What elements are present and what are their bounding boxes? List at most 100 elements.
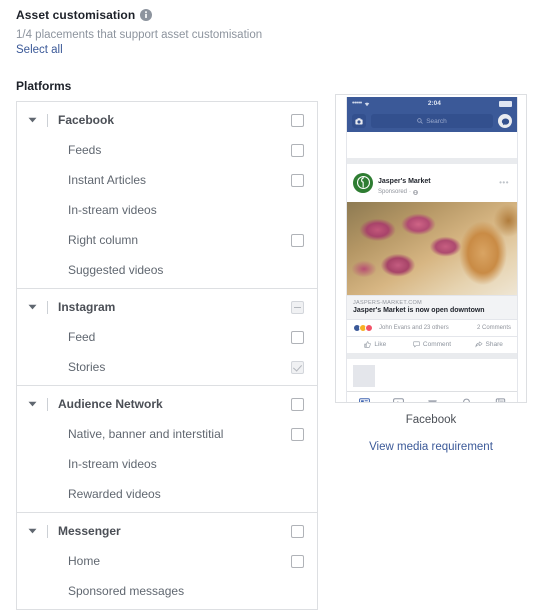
platform-group-header-facebook[interactable]: Facebook xyxy=(17,105,317,135)
platform-group-facebook: Facebook Feeds Instant Articles In-strea… xyxy=(17,105,317,289)
divider xyxy=(47,524,48,538)
placement-row-home[interactable]: Home xyxy=(17,546,317,576)
checkbox-placeholder xyxy=(291,585,304,598)
placement-row-feeds[interactable]: Feeds xyxy=(17,135,317,165)
placement-label: Right column xyxy=(68,233,139,247)
placement-row-native-banner-interstitial[interactable]: Native, banner and interstitial xyxy=(17,419,317,449)
platform-group-checkbox-instagram[interactable] xyxy=(291,300,304,314)
placement-row-an-in-stream-videos: In-stream videos xyxy=(17,449,317,479)
placement-checkbox-feeds[interactable] xyxy=(291,143,304,157)
placement-label: In-stream videos xyxy=(68,457,157,471)
more-options-icon[interactable]: ••• xyxy=(499,178,511,187)
placeholder-thumbnail xyxy=(353,365,375,387)
post-header: Jasper's Market Sponsored · ••• xyxy=(347,164,517,202)
phone-status-bar: ••••• 2:04 xyxy=(347,97,517,110)
camera-icon[interactable] xyxy=(352,114,366,128)
platform-group-checkbox-messenger[interactable] xyxy=(291,524,304,538)
placement-checkbox-stories xyxy=(291,360,304,374)
placement-row-stories: Stories xyxy=(17,352,317,382)
like-label: Like xyxy=(374,341,387,348)
preview-caption: Facebook xyxy=(405,414,457,426)
separator-dot: · xyxy=(409,189,412,195)
search-input[interactable]: Search xyxy=(371,114,493,128)
facebook-app-nav: Search xyxy=(347,110,517,132)
watch-video-icon[interactable] xyxy=(381,397,415,402)
post-page-name[interactable]: Jasper's Market xyxy=(378,178,431,185)
platform-list: Facebook Feeds Instant Articles In-strea… xyxy=(16,101,318,610)
placement-label: Sponsored messages xyxy=(68,584,185,598)
thumbs-up-icon xyxy=(364,341,371,348)
platform-group-header-instagram[interactable]: Instagram xyxy=(17,292,317,322)
post-link-attachment[interactable]: JASPERS-MARKET.COM Jasper's Market is no… xyxy=(347,294,517,320)
notifications-bell-icon[interactable] xyxy=(449,398,483,402)
divider xyxy=(47,397,48,411)
search-icon xyxy=(417,118,423,124)
placement-row-rewarded-videos: Rewarded videos xyxy=(17,479,317,509)
phone-mockup: ••••• 2:04 Search Jasper's Market Sponso… xyxy=(346,97,518,402)
platform-group-label: Messenger xyxy=(58,524,121,538)
placement-row-sponsored-messages: Sponsored messages xyxy=(17,576,317,606)
platform-group-checkbox-audience-network[interactable] xyxy=(291,397,304,411)
placement-row-feed[interactable]: Feed xyxy=(17,322,317,352)
checkbox-placeholder xyxy=(291,458,304,471)
caret-down-icon[interactable] xyxy=(26,525,39,538)
divider xyxy=(47,113,48,127)
checkbox-placeholder xyxy=(291,264,304,277)
caret-down-icon[interactable] xyxy=(26,398,39,411)
reactions-group[interactable] xyxy=(353,324,373,332)
placement-checkbox-feed[interactable] xyxy=(291,330,304,344)
info-icon[interactable] xyxy=(140,9,153,21)
view-media-requirement-link[interactable]: View media requirement xyxy=(335,441,527,453)
placeholder-lines xyxy=(381,365,511,385)
placement-checkbox-native-banner-interstitial[interactable] xyxy=(291,427,304,441)
header: Asset customisation 1/4 placements that … xyxy=(16,8,336,57)
placement-row-instant-articles[interactable]: Instant Articles xyxy=(17,165,317,195)
reactions-text[interactable]: John Evans and 23 others xyxy=(376,325,474,331)
menu-icon[interactable] xyxy=(483,397,517,402)
placement-row-suggested-videos: Suggested videos xyxy=(17,255,317,285)
platform-group-instagram: Instagram Feed Stories xyxy=(17,292,317,386)
placement-label: Stories xyxy=(68,360,106,374)
comment-button[interactable]: Comment xyxy=(404,341,461,348)
caret-down-icon[interactable] xyxy=(26,301,39,314)
news-feed-icon[interactable] xyxy=(347,397,381,402)
post-sponsored-row: Sponsored · xyxy=(378,189,494,197)
share-label: Share xyxy=(485,341,503,348)
platform-group-label: Facebook xyxy=(58,113,115,127)
avatar[interactable] xyxy=(353,172,373,193)
placement-checkbox-right-column[interactable] xyxy=(291,233,304,247)
messenger-icon[interactable] xyxy=(498,114,512,128)
asset-customisation-panel: Asset customisation 1/4 placements that … xyxy=(0,0,554,612)
love-reaction-icon xyxy=(365,324,373,332)
platform-group-header-audience-network[interactable]: Audience Network xyxy=(17,389,317,419)
battery-icon xyxy=(499,100,512,107)
post-link-domain: JASPERS-MARKET.COM xyxy=(353,299,422,306)
post-stats-row: John Evans and 23 others 2 Comments xyxy=(347,320,517,336)
select-all-link[interactable]: Select all xyxy=(16,43,336,57)
sponsored-post: Jasper's Market Sponsored · ••• JASPERS-… xyxy=(347,164,517,353)
sponsored-label: Sponsored xyxy=(378,189,408,195)
platforms-section-label: Platforms xyxy=(16,79,72,93)
signal-dots-icon: ••••• xyxy=(352,100,362,107)
next-post-placeholder xyxy=(347,353,517,391)
header-title-row: Asset customisation xyxy=(16,8,336,22)
platform-group-checkbox-facebook[interactable] xyxy=(291,113,304,127)
post-image xyxy=(347,201,517,295)
comments-count[interactable]: 2 Comments xyxy=(477,325,511,331)
placement-label: Home xyxy=(68,554,101,568)
phone-tab-bar xyxy=(347,391,517,402)
like-button[interactable]: Like xyxy=(347,341,404,348)
placement-checkbox-home[interactable] xyxy=(291,554,304,568)
post-headline: Jasper's Market is now open downtown xyxy=(353,307,485,314)
marketplace-icon[interactable] xyxy=(415,398,449,402)
placement-row-right-column[interactable]: Right column xyxy=(17,225,317,255)
caret-down-icon[interactable] xyxy=(26,114,39,127)
platform-group-header-messenger[interactable]: Messenger xyxy=(17,516,317,546)
placement-checkbox-instant-articles[interactable] xyxy=(291,173,304,187)
post-actions-row: Like Comment Share xyxy=(347,336,517,353)
placement-label: Feed xyxy=(68,330,96,344)
header-subtitle: 1/4 placements that support asset custom… xyxy=(16,29,263,41)
globe-icon xyxy=(413,190,418,196)
post-meta: Jasper's Market Sponsored · xyxy=(378,169,494,197)
share-button[interactable]: Share xyxy=(460,341,517,348)
